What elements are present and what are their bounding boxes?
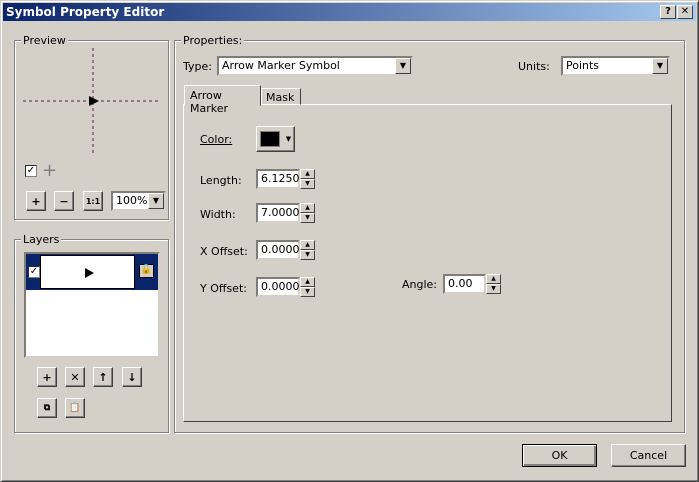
length-input[interactable]: 6.1250 xyxy=(256,169,300,189)
copy-layer-button[interactable]: ⧉ xyxy=(37,398,57,418)
x-offset-spinner[interactable]: ▲ ▼ xyxy=(300,240,315,260)
move-up-button[interactable]: ↑ xyxy=(93,367,113,387)
ok-button[interactable]: OK xyxy=(522,444,597,467)
title-bar: Symbol Property Editor xyxy=(3,3,696,21)
layer-row[interactable]: ✓ 🔓 xyxy=(26,254,158,290)
width-label: Width: xyxy=(200,208,236,221)
length-spinner[interactable]: ▲ ▼ xyxy=(300,169,315,189)
zoom-value: 100% xyxy=(116,194,148,207)
type-value: Arrow Marker Symbol xyxy=(222,59,340,72)
preview-canvas xyxy=(23,48,159,156)
color-swatch xyxy=(259,131,280,147)
color-picker-button[interactable]: ▼ xyxy=(256,126,295,152)
layer-preview xyxy=(40,255,135,289)
units-label: Units: xyxy=(518,60,550,73)
angle-input[interactable]: 0.00 xyxy=(443,274,486,294)
chevron-down-icon[interactable]: ▼ xyxy=(148,193,164,209)
remove-layer-button[interactable]: ✕ xyxy=(65,367,85,387)
paste-icon: 📋 xyxy=(69,403,81,413)
chevron-down-icon[interactable]: ▼ xyxy=(652,58,668,74)
tab-arrow-marker[interactable]: Arrow Marker xyxy=(184,85,261,115)
units-value: Points xyxy=(566,59,600,72)
chevron-down-icon: ▼ xyxy=(285,135,292,143)
zoom-out-button[interactable]: − xyxy=(54,191,74,211)
actual-size-button[interactable]: 1:1 xyxy=(83,191,103,211)
window-title: Symbol Property Editor xyxy=(6,5,165,19)
y-offset-spinner[interactable]: ▲ ▼ xyxy=(300,277,315,297)
paste-layer-button[interactable]: 📋 xyxy=(65,398,85,418)
angle-spinner[interactable]: ▲ ▼ xyxy=(486,274,501,294)
move-down-button[interactable]: ↓ xyxy=(122,367,142,387)
layers-label: Layers xyxy=(21,233,62,246)
lock-icon[interactable]: 🔓 xyxy=(139,264,154,278)
x-offset-label: X Offset: xyxy=(200,245,248,258)
angle-label: Angle: xyxy=(402,278,438,291)
zoom-in-button[interactable]: + xyxy=(26,191,46,211)
layers-group: Layers ✓ 🔓 + ✕ ↑ ↓ ⧉ 📋 xyxy=(14,233,169,433)
crosshair-icon: + xyxy=(42,160,58,181)
preview-group: Preview ✓ + + − 1:1 100% ▼ xyxy=(14,34,169,220)
layer-visible-checkbox[interactable]: ✓ xyxy=(28,266,40,278)
width-spinner[interactable]: ▲ ▼ xyxy=(300,203,315,223)
width-input[interactable]: 7.0000 xyxy=(256,203,300,223)
layers-list[interactable]: ✓ 🔓 xyxy=(24,252,160,358)
color-label: Color: xyxy=(200,133,233,146)
preview-label: Preview xyxy=(21,34,68,47)
help-button[interactable]: ? xyxy=(660,5,676,19)
properties-label: Properties: xyxy=(181,34,245,47)
type-select[interactable]: Arrow Marker Symbol ▼ xyxy=(217,56,413,76)
type-label: Type: xyxy=(183,60,212,73)
chevron-down-icon[interactable]: ▼ xyxy=(395,58,411,74)
tab-mask[interactable]: Mask xyxy=(261,88,301,105)
y-offset-input[interactable]: 0.0000 xyxy=(256,277,300,297)
units-select[interactable]: Points ▼ xyxy=(561,56,670,76)
cancel-button[interactable]: Cancel xyxy=(611,444,686,467)
add-layer-button[interactable]: + xyxy=(37,367,57,387)
copy-icon: ⧉ xyxy=(43,403,51,413)
close-button[interactable]: ✕ xyxy=(677,5,693,19)
y-offset-label: Y Offset: xyxy=(200,282,247,295)
x-offset-input[interactable]: 0.0000 xyxy=(256,240,300,260)
length-label: Length: xyxy=(200,174,242,187)
zoom-select[interactable]: 100% ▼ xyxy=(111,191,166,211)
preview-checkbox[interactable]: ✓ xyxy=(25,165,37,177)
